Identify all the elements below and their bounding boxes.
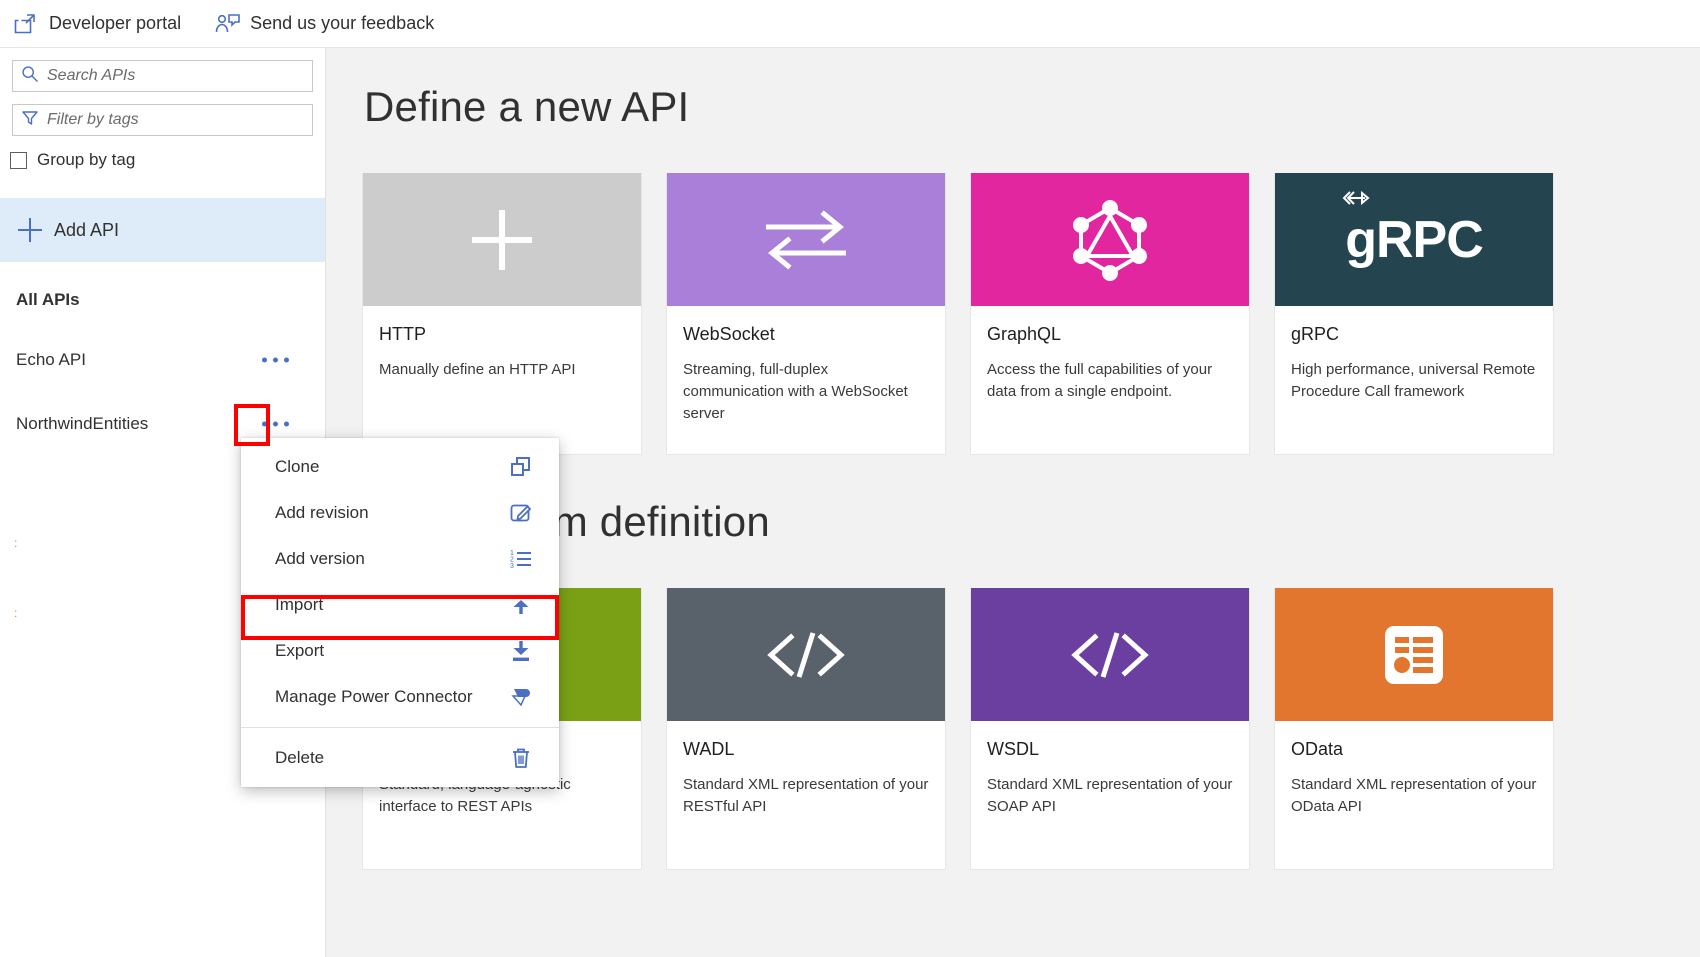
graphql-icon — [1071, 198, 1149, 282]
card-banner — [667, 173, 945, 306]
card-banner — [363, 173, 641, 306]
card-wadl[interactable]: WADL Standard XML representation of your… — [666, 588, 946, 870]
card-banner — [1275, 588, 1553, 721]
odata-table-icon — [1383, 624, 1445, 686]
card-websocket[interactable]: WebSocket Streaming, full-duplex communi… — [666, 173, 946, 455]
card-graphql[interactable]: GraphQL Access the full capabilities of … — [970, 173, 1250, 455]
context-menu-separator — [241, 727, 559, 728]
developer-portal-button[interactable]: Developer portal — [14, 12, 181, 36]
card-body: GraphQL Access the full capabilities of … — [971, 306, 1249, 454]
group-by-tag-checkbox-row[interactable]: Group by tag — [10, 150, 325, 170]
card-banner: gRPC — [1275, 173, 1553, 306]
search-apis-field[interactable] — [12, 60, 313, 92]
overflow-mark-2: : — [14, 606, 18, 620]
numbered-list-icon: 123 — [509, 547, 533, 571]
card-body: WADL Standard XML representation of your… — [667, 721, 945, 869]
trash-icon — [509, 746, 533, 770]
external-link-icon — [14, 12, 38, 36]
search-icon — [21, 65, 39, 88]
card-description: Access the full capabilities of your dat… — [987, 361, 1213, 400]
add-api-label: Add API — [54, 219, 120, 240]
card-body: HTTP Manually define an HTTP API — [363, 306, 641, 454]
export-arrow-down-icon — [509, 639, 533, 663]
api-name-label: NorthwindEntities — [16, 414, 149, 433]
card-description: Standard XML representation of your REST… — [683, 776, 929, 815]
send-feedback-button[interactable]: Send us your feedback — [215, 12, 434, 36]
card-banner — [971, 173, 1249, 306]
card-title: GraphQL — [987, 324, 1062, 344]
context-menu-item-label: Add revision — [275, 503, 369, 522]
context-menu-item-export[interactable]: Export — [241, 628, 559, 674]
overflow-mark-1: : — [14, 536, 18, 550]
filter-tags-field[interactable] — [12, 104, 313, 136]
filter-tags-input[interactable] — [47, 111, 304, 129]
top-command-bar: Developer portal Send us your feedback — [0, 0, 1700, 48]
app-root: Developer portal Send us your feedback S… — [0, 0, 1700, 957]
group-by-tag-label: Group by tag — [37, 150, 136, 169]
echo-api-ellipsis-icon[interactable] — [262, 357, 289, 363]
code-brackets-icon — [1065, 625, 1155, 685]
plus-icon — [18, 218, 42, 242]
card-banner — [971, 588, 1249, 721]
context-menu-item-label: Delete — [275, 748, 325, 767]
grpc-wordmark: gRPC — [1345, 210, 1484, 269]
power-connector-icon — [509, 685, 533, 709]
context-menu-item-delete[interactable]: Delete — [241, 735, 559, 781]
code-brackets-icon — [761, 625, 851, 685]
context-menu-item-add-version[interactable]: Add version 123 — [241, 536, 559, 582]
funnel-icon — [21, 109, 39, 132]
card-body: gRPC High performance, universal Remote … — [1275, 306, 1553, 454]
card-grpc[interactable]: gRPC gRPC High performance, universal Re… — [1274, 173, 1554, 455]
card-body: WebSocket Streaming, full-duplex communi… — [667, 306, 945, 454]
card-body: OData Standard XML representation of you… — [1275, 721, 1553, 869]
context-menu-item-label: Export — [275, 641, 325, 660]
clone-icon — [509, 455, 533, 479]
card-title: WADL — [683, 739, 735, 759]
card-title: HTTP — [379, 324, 426, 344]
define-new-api-card-grid: HTTP Manually define an HTTP API WebSock… — [362, 173, 1554, 455]
context-menu-item-import[interactable]: Import — [241, 582, 559, 628]
card-description: High performance, universal Remote Proce… — [1291, 361, 1536, 400]
svg-text:3: 3 — [510, 563, 514, 570]
api-list-item-echo[interactable]: Echo API — [0, 328, 325, 392]
import-arrow-up-icon — [509, 593, 533, 617]
card-title: WSDL — [987, 739, 1040, 759]
card-wsdl[interactable]: WSDL Standard XML representation of your… — [970, 588, 1250, 870]
add-api-button[interactable]: Add API — [0, 198, 325, 262]
edit-pencil-icon — [509, 501, 533, 525]
context-menu-item-clone[interactable]: Clone — [241, 444, 559, 490]
plus-icon — [472, 209, 532, 270]
card-description: Streaming, full-duplex communication wit… — [683, 361, 908, 422]
send-feedback-label: Send us your feedback — [250, 13, 435, 33]
api-context-menu: Clone Add revision Add version 1 2 3 Imp… — [241, 438, 559, 787]
card-title: gRPC — [1291, 324, 1340, 344]
northwindentities-ellipsis-icon[interactable] — [262, 421, 289, 427]
developer-portal-label: Developer portal — [49, 13, 182, 33]
grpc-logo-icon: gRPC — [1342, 190, 1484, 270]
context-menu-item-manage-power-connector[interactable]: Manage Power Connector — [241, 674, 559, 720]
context-menu-item-add-revision[interactable]: Add revision — [241, 490, 559, 536]
card-http[interactable]: HTTP Manually define an HTTP API — [362, 173, 642, 455]
card-title: WebSocket — [683, 324, 775, 344]
group-by-tag-checkbox[interactable] — [10, 151, 27, 169]
all-apis-header: All APIs — [16, 290, 80, 309]
search-input[interactable] — [47, 67, 304, 85]
api-name-label: Echo API — [16, 350, 86, 369]
context-menu-item-label: Add version — [275, 549, 365, 568]
card-body: WSDL Standard XML representation of your… — [971, 721, 1249, 869]
context-menu-item-label: Clone — [275, 457, 320, 476]
card-banner — [667, 588, 945, 721]
feedback-person-icon — [215, 12, 240, 36]
context-menu-item-label: Import — [275, 595, 324, 614]
api-list: All APIs Echo API NorthwindEntities — [0, 272, 325, 456]
bidirectional-arrows-icon — [762, 209, 850, 271]
card-description: Standard XML representation of your SOAP… — [987, 776, 1233, 815]
card-odata[interactable]: OData Standard XML representation of you… — [1274, 588, 1554, 870]
context-menu-item-label: Manage Power Connector — [275, 687, 473, 706]
card-description: Standard XML representation of your ODat… — [1291, 776, 1537, 815]
page-title: Define a new API — [364, 83, 690, 130]
card-description: Manually define an HTTP API — [379, 361, 576, 378]
card-title: OData — [1291, 739, 1344, 759]
